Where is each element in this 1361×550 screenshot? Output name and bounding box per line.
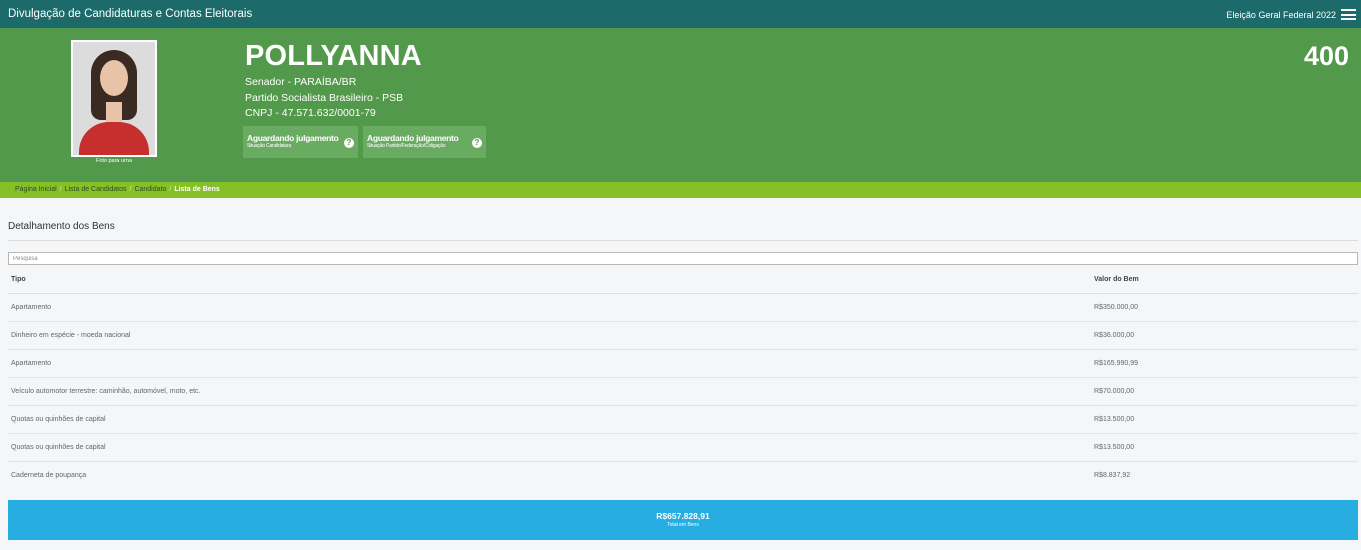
divider — [8, 240, 1358, 241]
top-bar: Divulgação de Candidaturas e Contas Elei… — [0, 0, 1361, 28]
table-row: Dinheiro em espécie - moeda nacional R$3… — [8, 322, 1358, 350]
asset-value: R$8.837,92 — [1094, 472, 1131, 479]
column-header-valor[interactable]: Valor do Bem — [1094, 276, 1139, 283]
breadcrumb-candidate-link[interactable]: Candidato — [134, 186, 166, 193]
table-row: Apartamento R$165.990,99 — [8, 350, 1358, 378]
asset-value: R$70.000,00 — [1094, 388, 1135, 395]
candidacy-status-badge[interactable]: Aguardando julgamento Situação Candidatu… — [243, 126, 358, 158]
photo-caption: Foto para urna — [95, 158, 133, 164]
asset-type: Quotas ou quinhões de capital — [11, 416, 106, 423]
asset-value: R$165.990,99 — [1094, 360, 1138, 367]
candidate-number: 400 — [1303, 41, 1349, 71]
breadcrumb: Página Inicial / Lista de Candidatos / Candi… — [0, 182, 1361, 198]
asset-type: Dinheiro em espécie - moeda nacional — [11, 332, 131, 339]
election-label: Eleição Geral Federal 2022 — [1226, 10, 1336, 20]
section-title: Detalhamento dos Bens — [8, 221, 115, 232]
asset-type: Caderneta de poupança — [11, 472, 87, 479]
candidate-party: Partido Socialista Brasileiro - PSB — [245, 92, 404, 104]
help-icon[interactable]: ? — [344, 138, 354, 148]
asset-type: Apartamento — [11, 360, 52, 367]
table-header: Tipo Valor do Bem — [8, 266, 1358, 294]
party-status-badge[interactable]: Aguardando julgamento Situação Partido/F… — [363, 126, 486, 158]
asset-type: Quotas ou quinhões de capital — [11, 444, 106, 451]
app-title: Divulgação de Candidaturas e Contas Elei… — [8, 8, 253, 20]
assets-table: Tipo Valor do Bem Apartamento R$350.000,… — [8, 266, 1358, 490]
candidate-office: Senador - PARAÍBA/BR — [245, 76, 357, 88]
asset-value: R$13.500,00 — [1094, 416, 1135, 423]
asset-type: Veículo automotor terrestre: caminhão, a… — [11, 388, 201, 395]
asset-value: R$350.000,00 — [1094, 304, 1138, 311]
party-status-text: Aguardando julgamento — [367, 133, 459, 143]
hamburger-menu-icon[interactable] — [1341, 9, 1356, 20]
candidacy-status-label: Situação Candidatura — [247, 143, 292, 149]
breadcrumb-home-link[interactable]: Página Inicial — [15, 186, 57, 193]
candidate-header: Foto para urna POLLYANNA 400 Senador - P… — [0, 28, 1361, 182]
total-assets-value: R$657.828,91 — [656, 511, 710, 521]
table-row: Caderneta de poupança R$8.837,92 — [8, 462, 1358, 490]
table-row: Veículo automotor terrestre: caminhão, a… — [8, 378, 1358, 406]
total-assets-banner: R$657.828,91 Total em Bens — [8, 500, 1358, 540]
asset-value: R$13.500,00 — [1094, 444, 1135, 451]
asset-value: R$36.000,00 — [1094, 332, 1135, 339]
candidate-photo — [71, 40, 157, 157]
total-assets-label: Total em Bens — [667, 522, 699, 528]
search-input[interactable] — [8, 252, 1358, 265]
breadcrumb-candidates-link[interactable]: Lista de Candidatos — [65, 186, 127, 193]
candidate-cnpj: CNPJ - 47.571.632/0001-79 — [245, 107, 376, 119]
table-row: Apartamento R$350.000,00 — [8, 294, 1358, 322]
column-header-tipo[interactable]: Tipo — [11, 276, 26, 283]
asset-type: Apartamento — [11, 304, 52, 311]
candidate-name: POLLYANNA — [245, 40, 422, 72]
breadcrumb-current: Lista de Bens — [174, 186, 220, 193]
table-row: Quotas ou quinhões de capital R$13.500,0… — [8, 434, 1358, 462]
party-status-label: Situação Partido/Federação/Coligação — [367, 143, 446, 149]
table-row: Quotas ou quinhões de capital R$13.500,0… — [8, 406, 1358, 434]
candidacy-status-text: Aguardando julgamento — [247, 133, 339, 143]
help-icon[interactable]: ? — [472, 138, 482, 148]
